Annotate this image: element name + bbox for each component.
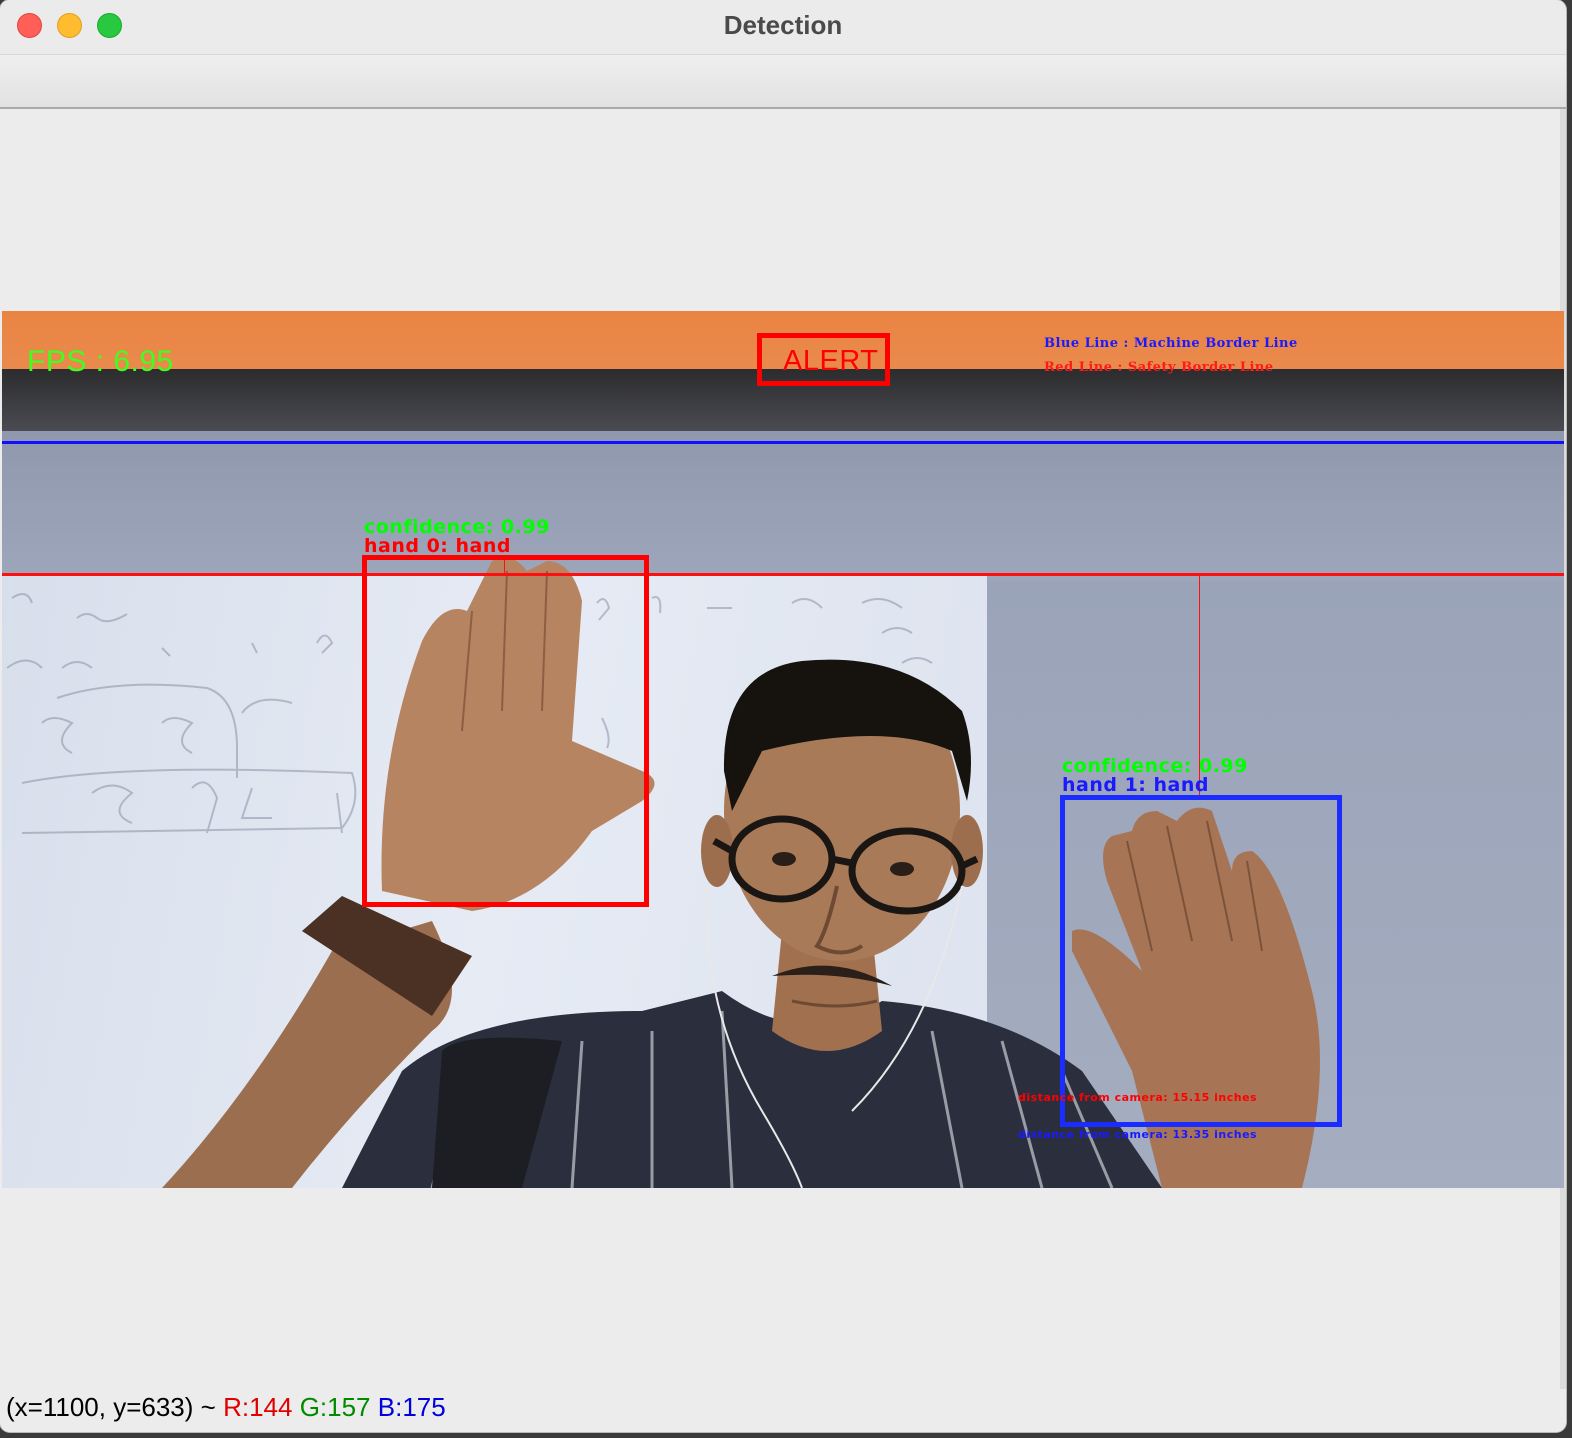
camera-frame[interactable]: FPS : 6.95 ALERT Blue Line : Machine Bor… — [2, 311, 1564, 1188]
distance-blue-readout: distance from camera: 13.35 inches — [1018, 1128, 1258, 1141]
toolbar — [0, 55, 1566, 109]
distance-red-readout: distance from camera: 15.15 inches — [1018, 1091, 1258, 1104]
machine-border-line — [2, 441, 1564, 444]
cursor-coordinates: (x=1100, y=633) ~ — [6, 1392, 216, 1422]
hand-1-bounding-box — [1060, 795, 1342, 1127]
legend-machine-border: Blue Line : Machine Border Line — [1044, 336, 1298, 351]
detection-window: Detection FPS: 6.95 ALERT Blue Line: M… — [0, 0, 1566, 1432]
hand-1-label: hand 1: hand — [1062, 774, 1209, 796]
hand-0-bounding-box — [362, 555, 649, 907]
hand-0-label: hand 0: hand — [364, 535, 511, 557]
pixel-status-bar: (x=1100, y=633) ~ R:144 G:157 B:175 — [6, 1392, 446, 1423]
safety-border-line — [2, 573, 1564, 576]
pixel-green-value: G:157 — [299, 1392, 371, 1422]
window-title: Detection — [723, 10, 843, 40]
alert-label: ALERT — [783, 345, 879, 377]
legend-safety-border: Red Line : Safety Border Line — [1044, 360, 1274, 375]
fps-readout: FPS : 6.95 — [27, 345, 174, 378]
title-bar: Detection — [0, 0, 1566, 55]
pixel-blue-value: B:175 — [377, 1392, 446, 1422]
pixel-red-value: R:144 — [223, 1392, 293, 1422]
